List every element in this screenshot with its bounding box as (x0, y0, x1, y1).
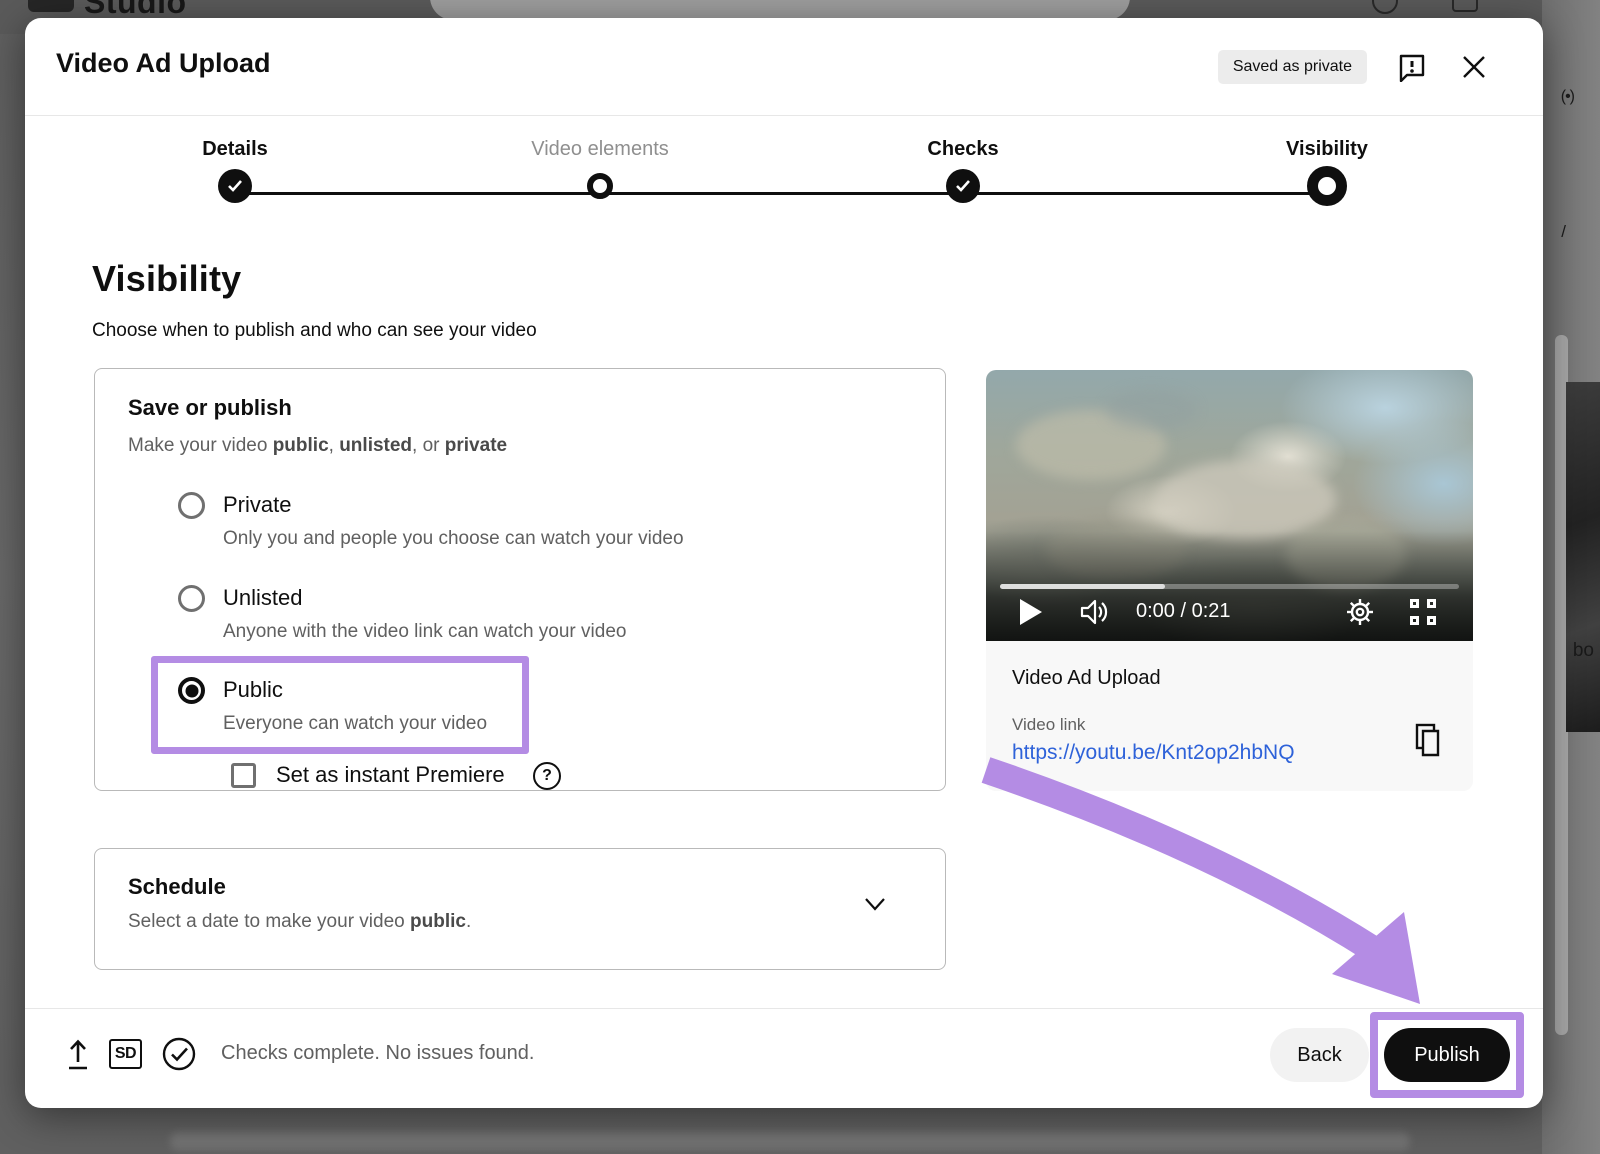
video-link-url[interactable]: https://youtu.be/Knt2op2hbNQ (1012, 741, 1295, 765)
checks-status-text: Checks complete. No issues found. (221, 1042, 535, 1065)
radio-icon-selected[interactable] (178, 677, 205, 704)
close-icon (1459, 52, 1489, 82)
fullscreen-icon[interactable] (1410, 599, 1436, 625)
back-button[interactable]: Back (1270, 1028, 1369, 1082)
coral-texture (1106, 390, 1196, 430)
copy-link-button[interactable] (1413, 723, 1445, 764)
step-visibility[interactable]: Visibility (1217, 116, 1437, 206)
create-icon (1452, 0, 1478, 12)
dimmed-search-bar (430, 0, 1130, 20)
video-preview-panel: 0:00 / 0:21 (986, 370, 1473, 791)
youtube-logo (28, 0, 74, 12)
close-button[interactable] (1457, 50, 1491, 84)
progress-bar[interactable] (1000, 584, 1459, 589)
step-complete-icon (218, 169, 252, 203)
text-fragment: bo (1573, 640, 1594, 662)
play-icon[interactable] (1020, 599, 1042, 625)
checks-complete-icon (161, 1036, 197, 1077)
player-controls: 0:00 / 0:21 (986, 593, 1473, 633)
chevron-down-icon[interactable] (860, 895, 890, 920)
step-checks[interactable]: Checks (853, 116, 1073, 203)
record-indicator: (•) (1561, 88, 1574, 106)
time-display: 0:00 / 0:21 (1136, 600, 1231, 623)
radio-icon[interactable] (178, 585, 205, 612)
page-subtitle: Choose when to publish and who can see y… (92, 320, 537, 342)
video-link-label: Video link (1012, 715, 1085, 735)
video-player[interactable]: 0:00 / 0:21 (986, 370, 1473, 641)
step-incomplete-icon (587, 173, 613, 199)
upload-progress-icon (63, 1036, 93, 1077)
volume-icon[interactable] (1078, 597, 1112, 632)
send-feedback-button[interactable] (1395, 50, 1429, 84)
public-option-highlight-box (151, 656, 529, 754)
step-details[interactable]: Details (125, 116, 345, 203)
instant-premiere-row[interactable]: Set as instant Premiere ? (128, 762, 728, 792)
sd-quality-badge: SD (109, 1039, 142, 1069)
card-title: Save or publish (128, 395, 292, 421)
page-title: Visibility (92, 258, 241, 300)
publish-button[interactable]: Publish (1384, 1028, 1510, 1082)
video-ad-upload-dialog: Video Ad Upload Saved as private Details… (25, 18, 1543, 1108)
progress-buffer (1000, 584, 1165, 589)
slash-fragment: / (1561, 222, 1566, 242)
copy-icon (1413, 723, 1445, 759)
save-or-publish-card: Save or publish Make your video public, … (94, 368, 946, 791)
step-complete-icon (946, 169, 980, 203)
saved-status-badge: Saved as private (1218, 50, 1367, 84)
dimmed-photo-thumbnail (1566, 382, 1600, 732)
premiere-checkbox[interactable] (231, 763, 256, 788)
schedule-subtitle: Select a date to make your video public. (128, 911, 471, 933)
schedule-card[interactable]: Schedule Select a date to make your vide… (94, 848, 946, 970)
card-subtitle: Make your video public, unlisted, or pri… (128, 435, 507, 457)
step-current-icon (1307, 166, 1347, 206)
settings-gear-icon[interactable] (1344, 596, 1376, 633)
radio-icon[interactable] (178, 492, 205, 519)
premiere-help-icon[interactable]: ? (533, 762, 561, 790)
step-video-elements[interactable]: Video elements (490, 116, 710, 199)
schedule-title: Schedule (128, 874, 226, 900)
video-info-panel: Video Ad Upload Video link https://youtu… (986, 641, 1473, 791)
feedback-icon (1397, 52, 1427, 82)
video-filename: Video Ad Upload (1012, 667, 1161, 690)
dialog-title: Video Ad Upload (56, 48, 271, 79)
dimmed-caption-text (170, 1132, 1410, 1150)
footer-divider (25, 1008, 1543, 1009)
stepper-line (235, 192, 1327, 195)
upload-stepper: Details Video elements Checks Visibility (25, 116, 1543, 246)
